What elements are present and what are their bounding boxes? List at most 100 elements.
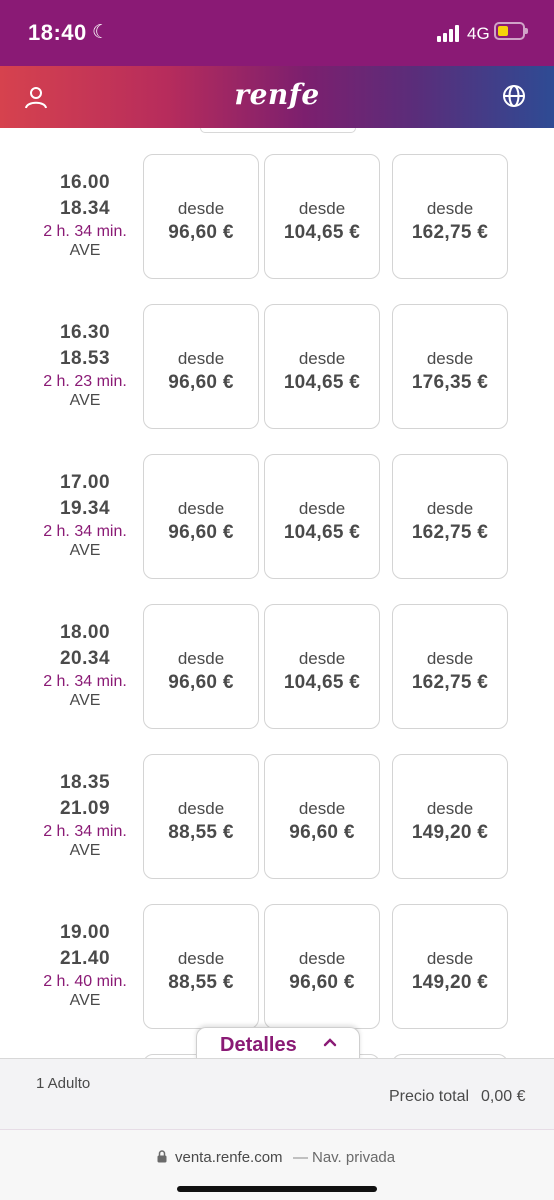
fare-card[interactable]: desde 104,65 € [264,454,380,579]
fare-from-label: desde [177,649,225,668]
fare-from-label: desde [298,949,346,968]
train-type: AVE [69,992,101,1009]
train-list[interactable]: 16.00 18.34 2 h. 34 min. AVE desde 96,60 € des… [0,128,554,1058]
fare-price: 176,35 € [411,372,489,393]
fare-card[interactable]: desde 88,55 € [143,904,259,1029]
fare-price: 104,65 € [283,222,361,243]
departure-time: 17.00 [59,472,111,493]
lock-icon [157,1150,167,1163]
train-type: AVE [69,542,101,559]
url-text[interactable]: venta.renfe.com [175,1149,283,1166]
fare-card[interactable]: desde 96,60 € [264,754,380,879]
network-type: 4G [467,24,490,43]
train-row: 18.00 20.34 2 h. 34 min. AVE desde 96,60 € des… [0,604,554,732]
summary-bar: 1 Adulto Precio total 0,00 € [0,1058,554,1131]
train-row: 16.30 18.53 2 h. 23 min. AVE desde 96,60 € des… [0,304,554,432]
app-header: renfe [0,66,554,128]
fare-from-label: desde [298,349,346,368]
departure-time: 16.00 [59,172,111,193]
departure-time: 18.35 [59,772,111,793]
moon-icon: ☾ [92,22,110,43]
arrival-time: 21.09 [59,798,111,819]
fare-card[interactable]: desde 88,55 € [143,754,259,879]
fare-from-label: desde [426,349,474,368]
fare-from-label: desde [426,499,474,518]
arrival-time: 19.34 [59,498,111,519]
arrival-time: 20.34 [59,648,111,669]
departure-time: 19.00 [59,922,111,943]
home-indicator[interactable] [177,1186,377,1192]
fare-price: 162,75 € [411,222,489,243]
fare-from-label: desde [426,949,474,968]
train-type: AVE [69,392,101,409]
passengers-label: 1 Adulto [36,1075,91,1092]
fare-price: 162,75 € [411,672,489,693]
fare-price: 149,20 € [411,972,489,993]
fare-card[interactable]: desde 96,60 € [143,154,259,279]
battery-icon [494,22,528,40]
fare-card[interactable]: desde 176,35 € [392,304,508,429]
fare-card[interactable]: desde 96,60 € [143,604,259,729]
fare-card[interactable]: desde 96,60 € [143,304,259,429]
fare-from-label: desde [298,799,346,818]
clock: 18:40 [28,20,87,45]
train-type: AVE [69,692,101,709]
fare-price: 88,55 € [168,972,234,993]
fare-price: 96,60 € [289,972,355,993]
fare-from-label: desde [177,199,225,218]
train-row: 18.35 21.09 2 h. 34 min. AVE desde 88,55 € des… [0,754,554,882]
total-price-label: Precio total [389,1088,470,1105]
renfe-logo[interactable]: renfe [0,78,554,111]
fare-from-label: desde [426,649,474,668]
fare-card[interactable]: desde 162,75 € [392,154,508,279]
details-label: Detalles [220,1034,297,1056]
fare-from-label: desde [298,499,346,518]
fare-price: 104,65 € [283,672,361,693]
fare-card[interactable]: desde 96,60 € [143,454,259,579]
fare-from-label: desde [298,649,346,668]
fare-price: 96,60 € [168,672,234,693]
train-times: 19.00 21.40 2 h. 40 min. AVE [30,920,140,1010]
fare-card[interactable]: desde 162,75 € [392,454,508,579]
train-times: 18.35 21.09 2 h. 34 min. AVE [30,770,140,860]
trip-duration: 2 h. 34 min. [43,673,127,690]
fare-from-label: desde [177,949,225,968]
departure-time: 16.30 [59,322,111,343]
fare-price: 96,60 € [289,822,355,843]
fare-card[interactable]: desde 149,20 € [392,904,508,1029]
train-type: AVE [69,842,101,859]
fare-price: 96,60 € [168,372,234,393]
fare-price: 149,20 € [411,822,489,843]
fare-from-label: desde [298,199,346,218]
trip-duration: 2 h. 40 min. [43,973,127,990]
departure-time: 18.00 [59,622,111,643]
fare-price: 96,60 € [168,522,234,543]
fare-from-label: desde [177,799,225,818]
details-toggle[interactable]: Detalles [196,1027,360,1062]
private-mode-label: Nav. privada [312,1149,396,1166]
trip-duration: 2 h. 34 min. [43,823,127,840]
fare-card[interactable]: desde 162,75 € [392,604,508,729]
fare-price: 104,65 € [283,372,361,393]
train-times: 16.00 18.34 2 h. 34 min. AVE [30,170,140,260]
url-separator: — [293,1149,308,1166]
fare-card[interactable]: desde 104,65 € [264,154,380,279]
fare-from-label: desde [177,349,225,368]
train-row: 17.00 19.34 2 h. 34 min. AVE desde 96,60 € des… [0,454,554,582]
status-bar: 18:40 ☾ 4G [0,0,554,66]
trip-duration: 2 h. 34 min. [43,223,127,240]
globe-icon[interactable] [502,84,526,108]
fare-from-label: desde [177,499,225,518]
fare-price: 162,75 € [411,522,489,543]
fare-card[interactable]: desde 104,65 € [264,304,380,429]
fare-card[interactable]: desde 96,60 € [264,904,380,1029]
train-times: 18.00 20.34 2 h. 34 min. AVE [30,620,140,710]
train-times: 17.00 19.34 2 h. 34 min. AVE [30,470,140,560]
fare-card[interactable]: desde 149,20 € [392,754,508,879]
fare-card[interactable]: desde 104,65 € [264,604,380,729]
signal-icon [437,24,463,42]
trip-duration: 2 h. 34 min. [43,523,127,540]
arrival-time: 21.40 [59,948,111,969]
train-row: 19.00 21.40 2 h. 40 min. AVE desde 88,55 € des… [0,904,554,1032]
fare-from-label: desde [426,199,474,218]
